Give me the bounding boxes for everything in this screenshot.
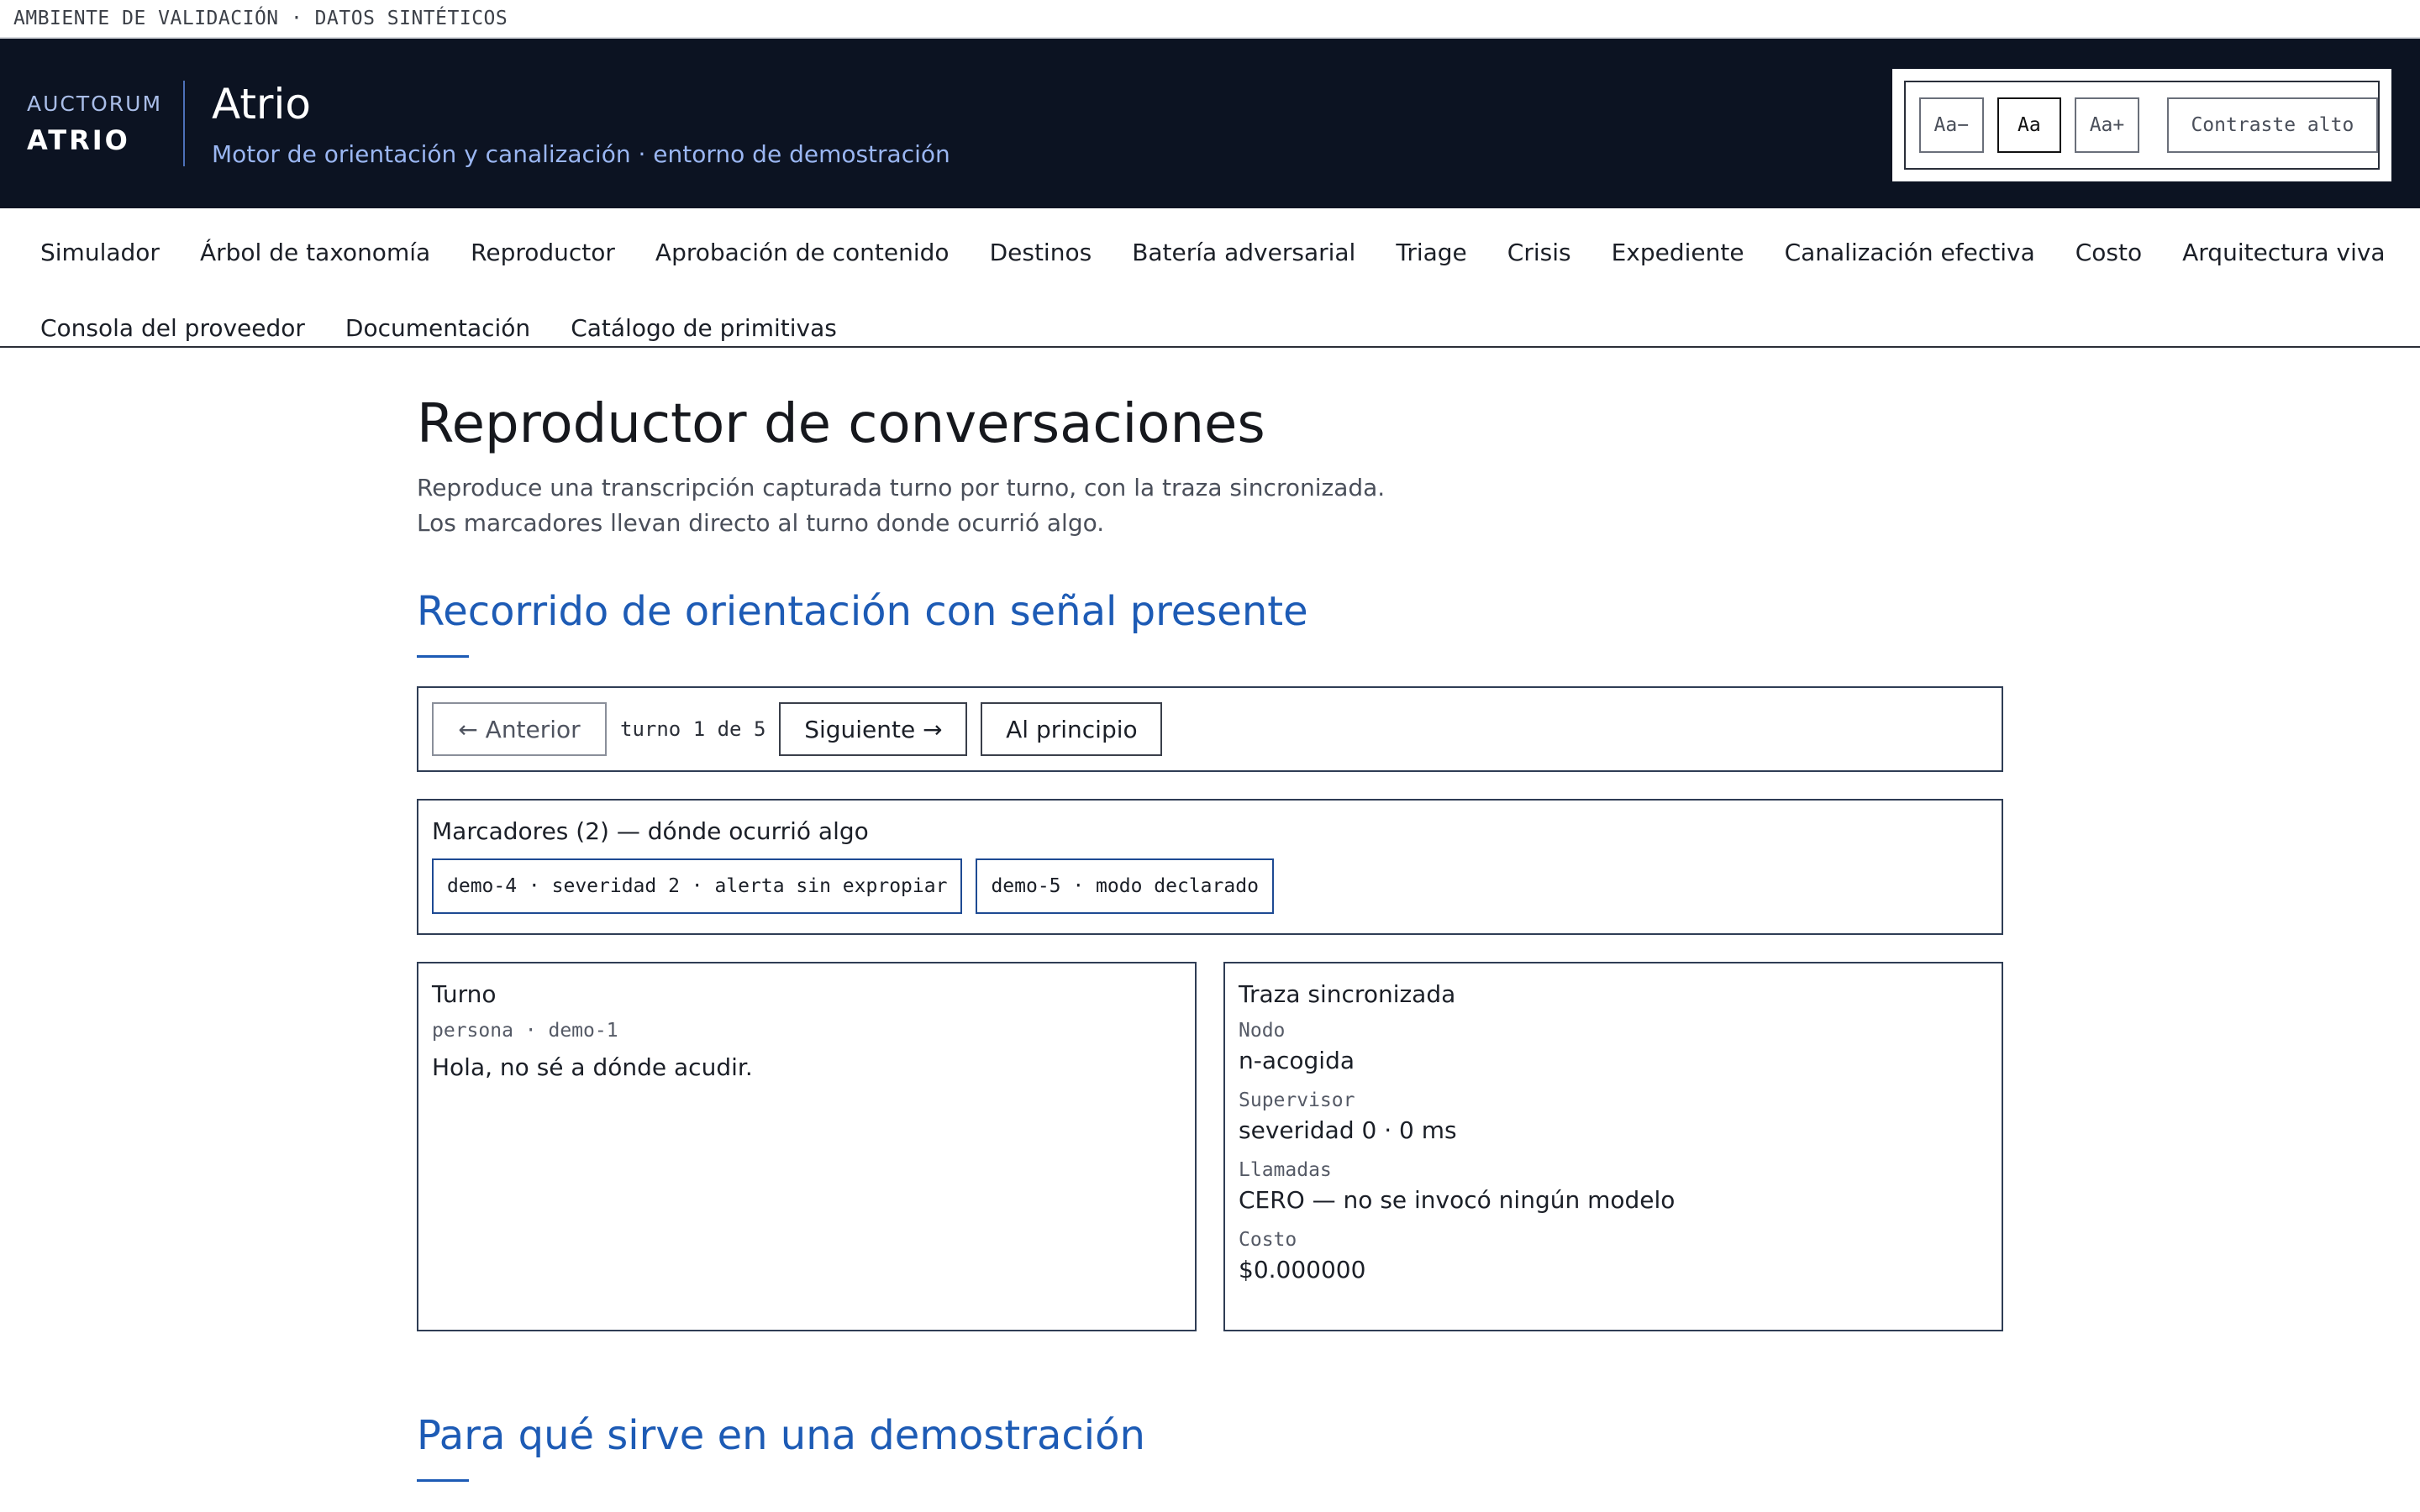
accessibility-controls: Aa− Aa Aa+ Contraste alto — [1892, 69, 2391, 181]
markers-title: Marcadores (2) — dónde ocurrió algo — [432, 817, 869, 846]
app-subtitle: Motor de orientación y canalización · en… — [212, 139, 950, 168]
nav-item-triage[interactable]: Triage — [1376, 239, 1486, 266]
trace-supervisor-label: Supervisor — [1239, 1089, 1355, 1112]
turn-counter: turno 1 de 5 — [620, 717, 766, 742]
nav-item-destinos[interactable]: Destinos — [970, 239, 1113, 266]
nav-item-expediente[interactable]: Expediente — [1591, 239, 1765, 266]
replay-panels: Turno persona · demo-1 Hola, no sé a dón… — [417, 962, 2003, 1332]
marker-list: demo-4 · severidad 2 · alerta sin exprop… — [432, 858, 1988, 915]
app-title: Atrio — [212, 79, 311, 129]
next-button[interactable]: Siguiente → — [779, 702, 968, 757]
nav-item-catalogo-primitivas[interactable]: Catálogo de primitivas — [550, 314, 857, 342]
trace-cost-value: $0.000000 — [1239, 1256, 1366, 1284]
high-contrast-button[interactable]: Contraste alto — [2166, 97, 2378, 153]
accessibility-controls-group: Aa− Aa Aa+ Contraste alto — [1904, 81, 2380, 170]
turn-panel: Turno persona · demo-1 Hola, no sé a dón… — [417, 962, 1197, 1332]
nav-item-costo[interactable]: Costo — [2055, 239, 2162, 266]
main-nav: Simulador Árbol de taxonomía Reproductor… — [0, 208, 2420, 348]
trace-calls-value: CERO — no se invocó ningún modelo — [1239, 1186, 1676, 1215]
turn-speaker: persona · demo-1 — [432, 1020, 618, 1042]
page-title: Reproductor de conversaciones — [417, 393, 1265, 455]
font-normal-button[interactable]: Aa — [1996, 97, 2062, 153]
marker-chip[interactable]: demo-5 · modo declarado — [976, 858, 1274, 915]
nav-item-arbol-taxonomia[interactable]: Árbol de taxonomía — [180, 239, 450, 266]
rewind-button[interactable]: Al principio — [981, 702, 1163, 757]
trace-calls-label: Llamadas — [1239, 1159, 1332, 1182]
nav-row: Consola del proveedor Documentación Catá… — [20, 297, 2420, 358]
trace-panel: Traza sincronizada Nodo n-acogida Superv… — [1223, 962, 2003, 1332]
markers-panel: Marcadores (2) — dónde ocurrió algo demo… — [417, 799, 2003, 936]
brand-divider — [183, 81, 185, 166]
main-content: Reproductor de conversaciones Reproduce … — [417, 393, 2003, 1483]
turn-panel-title: Turno — [432, 980, 497, 1009]
font-increase-button[interactable]: Aa+ — [2075, 97, 2139, 153]
app-header: AUCTORUM ATRIO Atrio Motor de orientació… — [0, 39, 2420, 208]
environment-banner: AMBIENTE DE VALIDACIÓN · DATOS SINTÉTICO… — [0, 0, 2420, 39]
nav-item-aprobacion-contenido[interactable]: Aprobación de contenido — [635, 239, 970, 266]
nav-item-crisis[interactable]: Crisis — [1487, 239, 1591, 266]
nav-item-canalizacion-efectiva[interactable]: Canalización efectiva — [1765, 239, 2055, 266]
brand-small: AUCTORUM — [27, 91, 163, 116]
brand-logo[interactable]: AUCTORUM ATRIO — [0, 92, 183, 156]
app-title-block: Atrio Motor de orientación y canalizació… — [212, 80, 950, 168]
page-description: Reproduce una transcripción capturada tu… — [417, 474, 1386, 538]
playback-controls: ← Anterior turno 1 de 5 Siguiente → Al p… — [417, 686, 2003, 773]
nav-item-documentacion[interactable]: Documentación — [325, 314, 550, 342]
nav-item-bateria-adversarial[interactable]: Batería adversarial — [1112, 239, 1376, 266]
trace-supervisor-value: severidad 0 · 0 ms — [1239, 1116, 1457, 1145]
nav-item-reproductor[interactable]: Reproductor — [450, 239, 635, 266]
nav-item-arquitectura-viva[interactable]: Arquitectura viva — [2162, 239, 2405, 266]
section-rule — [417, 1479, 469, 1483]
section-rule — [417, 655, 469, 659]
section-title: Para qué sirve en una demostración — [417, 1412, 1145, 1460]
turn-message: Hola, no sé a dónde acudir. — [432, 1053, 753, 1082]
previous-button[interactable]: ← Anterior — [432, 702, 607, 757]
trace-node-label: Nodo — [1239, 1020, 1286, 1042]
trace-panel-title: Traza sincronizada — [1239, 980, 1456, 1009]
section-title: Recorrido de orientación con señal prese… — [417, 588, 1308, 636]
trace-node-value: n-acogida — [1239, 1047, 1355, 1075]
nav-item-simulador[interactable]: Simulador — [20, 239, 180, 266]
font-decrease-button[interactable]: Aa− — [1919, 97, 1984, 153]
marker-chip[interactable]: demo-4 · severidad 2 · alerta sin exprop… — [432, 858, 963, 915]
brand-name: ATRIO — [27, 123, 130, 156]
nav-item-consola-proveedor[interactable]: Consola del proveedor — [20, 314, 325, 342]
trace-cost-label: Costo — [1239, 1229, 1297, 1252]
nav-row: Simulador Árbol de taxonomía Reproductor… — [20, 222, 2420, 282]
